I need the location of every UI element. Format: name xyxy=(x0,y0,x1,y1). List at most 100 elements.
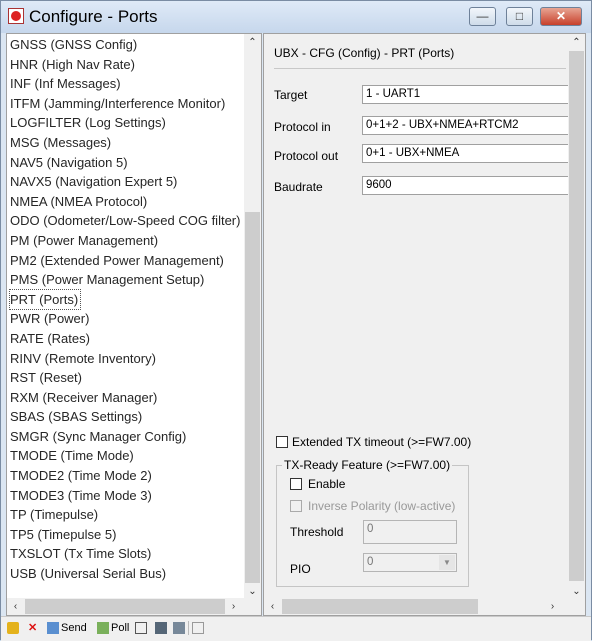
message-list-item-label: RXM (Receiver Manager) xyxy=(10,389,158,405)
pio-value: 0 xyxy=(367,556,374,568)
message-list-item-label: PMS (Power Management Setup) xyxy=(10,272,205,288)
lock-icon[interactable] xyxy=(7,620,21,636)
message-list-item-label: ITFM (Jamming/Interference Monitor) xyxy=(10,95,226,111)
message-list-item[interactable]: PRT (Ports) xyxy=(8,288,240,311)
enable-label: Enable xyxy=(308,477,346,491)
scroll-thumb[interactable] xyxy=(245,212,260,583)
message-list-item-label: TMODE3 (Time Mode 3) xyxy=(10,487,152,503)
message-list-item-label: PRT (Ports) xyxy=(8,288,82,311)
message-list-item[interactable]: TMODE2 (Time Mode 2) xyxy=(10,466,240,486)
extended-tx-timeout-label: Extended TX timeout (>=FW7.00) xyxy=(292,435,472,449)
minimize-button[interactable]: — xyxy=(469,7,496,26)
heading-divider xyxy=(274,68,566,69)
threshold-input[interactable]: 0 xyxy=(363,520,457,544)
panel-heading: UBX - CFG (Config) - PRT (Ports) xyxy=(274,46,455,60)
scroll-left-icon[interactable]: ‹ xyxy=(7,598,24,615)
send-button[interactable]: Send xyxy=(47,620,87,636)
message-list-vertical-scrollbar[interactable]: ⌃ ⌄ xyxy=(244,34,261,600)
message-list-item[interactable]: LOGFILTER (Log Settings) xyxy=(10,113,240,133)
maximize-button[interactable]: □ xyxy=(506,7,533,26)
baudrate-select[interactable]: 9600 xyxy=(362,176,572,195)
message-list-item[interactable]: GNSS (GNSS Config) xyxy=(10,35,240,55)
message-list-item[interactable]: RXM (Receiver Manager) xyxy=(10,388,240,408)
revert-icon[interactable]: ✕ xyxy=(28,620,37,636)
message-list-item-label: USB (Universal Serial Bus) xyxy=(10,566,167,582)
tx-ready-title: TX-Ready Feature (>=FW7.00) xyxy=(282,458,453,472)
message-list: GNSS (GNSS Config) HNR (High Nav Rate) INF… xyxy=(6,33,262,616)
message-list-item[interactable]: INF (Inf Messages) xyxy=(10,74,240,94)
message-list-item[interactable]: USB (Universal Serial Bus) xyxy=(10,564,240,584)
message-list-horizontal-scrollbar[interactable]: ‹ › xyxy=(7,598,261,615)
scroll-up-icon[interactable]: ⌃ xyxy=(244,34,261,51)
scroll-thumb[interactable] xyxy=(569,51,584,581)
send-icon xyxy=(47,622,59,635)
scroll-up-icon[interactable]: ⌃ xyxy=(568,34,585,51)
message-list-items: GNSS (GNSS Config) HNR (High Nav Rate) INF… xyxy=(8,35,240,584)
poll-label: Poll xyxy=(111,622,130,634)
chevron-down-icon[interactable]: ▼ xyxy=(439,555,455,570)
message-list-item[interactable]: TMODE3 (Time Mode 3) xyxy=(10,486,240,506)
message-list-item[interactable]: RATE (Rates) xyxy=(10,329,240,349)
message-list-item[interactable]: NMEA (NMEA Protocol) xyxy=(10,192,240,212)
extended-tx-timeout-checkbox[interactable] xyxy=(276,436,288,448)
config-panel: UBX - CFG (Config) - PRT (Ports) Target … xyxy=(263,33,586,616)
threshold-label: Threshold xyxy=(290,525,344,539)
target-select[interactable]: 1 - UART1 xyxy=(362,85,572,104)
message-list-item[interactable]: HNR (High Nav Rate) xyxy=(10,55,240,75)
title-bar[interactable]: Configure - Ports — □ ✕ xyxy=(1,1,591,33)
configure-window: Configure - Ports — □ ✕ GNSS (GNSS Confi… xyxy=(0,0,592,641)
poll-icon xyxy=(97,622,109,635)
message-list-item[interactable]: ODO (Odometer/Low-Speed COG filter) xyxy=(10,211,240,231)
scroll-right-icon[interactable]: › xyxy=(544,598,561,615)
config-panel-vertical-scrollbar[interactable]: ⌃ ⌄ xyxy=(568,34,585,600)
scroll-left-icon[interactable]: ‹ xyxy=(264,598,281,615)
bottom-toolbar: ✕ Send Poll xyxy=(1,616,591,641)
inverse-polarity-label: Inverse Polarity (low-active) xyxy=(308,499,456,513)
message-list-item[interactable]: RST (Reset) xyxy=(10,368,240,388)
scroll-down-icon[interactable]: ⌄ xyxy=(568,583,585,600)
load-icon[interactable] xyxy=(173,620,187,636)
message-list-item-label: RINV (Remote Inventory) xyxy=(10,350,156,366)
message-list-item[interactable]: PM2 (Extended Power Management) xyxy=(10,251,240,271)
grid-icon[interactable] xyxy=(192,620,206,636)
message-list-item[interactable]: NAVX5 (Navigation Expert 5) xyxy=(10,172,240,192)
message-list-item-label: MSG (Messages) xyxy=(10,134,112,150)
send-label: Send xyxy=(61,622,87,634)
message-list-item[interactable]: TMODE (Time Mode) xyxy=(10,446,240,466)
poll-button[interactable]: Poll xyxy=(97,620,129,636)
app-icon xyxy=(8,8,24,24)
message-list-item[interactable]: SMGR (Sync Manager Config) xyxy=(10,427,240,447)
protocol-in-select[interactable]: 0+1+2 - UBX+NMEA+RTCM2 xyxy=(362,116,572,135)
message-list-item-label: PM2 (Extended Power Management) xyxy=(10,252,224,268)
message-list-item[interactable]: TXSLOT (Tx Time Slots) xyxy=(10,544,240,564)
message-list-item[interactable]: NAV5 (Navigation 5) xyxy=(10,153,240,173)
message-list-item[interactable]: PWR (Power) xyxy=(10,309,240,329)
pio-select[interactable]: 0 ▼ xyxy=(363,553,457,572)
protocol-out-select[interactable]: 0+1 - UBX+NMEA xyxy=(362,144,572,163)
scroll-thumb-horizontal[interactable] xyxy=(25,599,225,614)
message-list-item-label: INF (Inf Messages) xyxy=(10,76,121,92)
tx-ready-group: TX-Ready Feature (>=FW7.00) Enable Inver… xyxy=(276,458,469,587)
message-list-item[interactable]: RINV (Remote Inventory) xyxy=(10,349,240,369)
message-list-item[interactable]: PM (Power Management) xyxy=(10,231,240,251)
message-list-item[interactable]: TP (Timepulse) xyxy=(10,505,240,525)
scroll-thumb-horizontal[interactable] xyxy=(282,599,478,614)
save-icon[interactable] xyxy=(155,620,169,636)
close-button[interactable]: ✕ xyxy=(540,7,582,26)
message-list-item-label: SBAS (SBAS Settings) xyxy=(10,409,143,425)
message-list-item-label: NAV5 (Navigation 5) xyxy=(10,154,128,170)
message-list-item[interactable]: SBAS (SBAS Settings) xyxy=(10,407,240,427)
enable-checkbox[interactable] xyxy=(290,478,302,490)
message-list-item[interactable]: PMS (Power Management Setup) xyxy=(10,270,240,290)
inverse-polarity-checkbox[interactable] xyxy=(290,500,302,512)
message-list-item-label: ODO (Odometer/Low-Speed COG filter) xyxy=(10,213,241,229)
scroll-right-icon[interactable]: › xyxy=(225,598,242,615)
protocol-out-label: Protocol out xyxy=(274,149,339,163)
message-list-item[interactable]: MSG (Messages) xyxy=(10,133,240,153)
baudrate-label: Baudrate xyxy=(274,180,323,194)
message-list-item-label: NAVX5 (Navigation Expert 5) xyxy=(10,174,178,190)
message-list-item[interactable]: ITFM (Jamming/Interference Monitor) xyxy=(10,94,240,114)
tool-icon[interactable] xyxy=(135,620,149,636)
message-list-item[interactable]: TP5 (Timepulse 5) xyxy=(10,525,240,545)
config-panel-horizontal-scrollbar[interactable]: ‹ › xyxy=(264,598,568,615)
